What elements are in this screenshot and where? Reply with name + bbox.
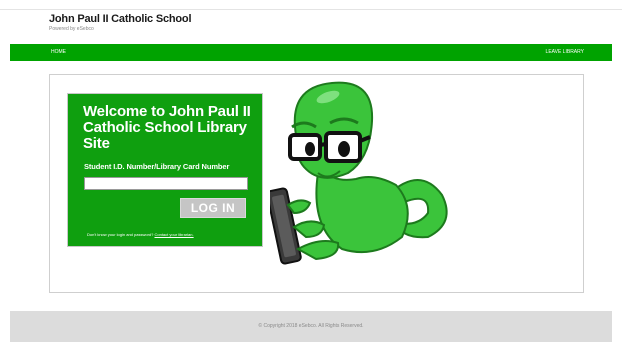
- top-divider: [0, 9, 622, 10]
- top-navigation-bar: HOME LEAVE LIBRARY: [10, 44, 612, 61]
- student-id-label: Student I.D. Number/Library Card Number: [84, 162, 230, 171]
- copyright-text: © Copyright 2018 eSebco. All Rights Rese…: [258, 323, 364, 329]
- login-box: Welcome to John Paul II Catholic School …: [67, 93, 263, 247]
- student-id-input[interactable]: [84, 177, 248, 190]
- login-help-question: Don't know your login and password?: [87, 232, 154, 237]
- welcome-heading: Welcome to John Paul II Catholic School …: [83, 103, 251, 152]
- contact-librarian-link[interactable]: Contact your librarian.: [154, 232, 193, 237]
- nav-home-link[interactable]: HOME: [51, 49, 66, 55]
- bookworm-mascot-icon: [270, 81, 448, 265]
- powered-by-text: Powered by eSebco: [49, 26, 94, 32]
- school-title: John Paul II Catholic School: [49, 13, 192, 25]
- login-help-text: Don't know your login and password? Cont…: [87, 232, 194, 237]
- login-button[interactable]: LOG IN: [180, 198, 246, 218]
- footer: © Copyright 2018 eSebco. All Rights Rese…: [10, 311, 612, 342]
- nav-leave-library-link[interactable]: LEAVE LIBRARY: [546, 49, 584, 55]
